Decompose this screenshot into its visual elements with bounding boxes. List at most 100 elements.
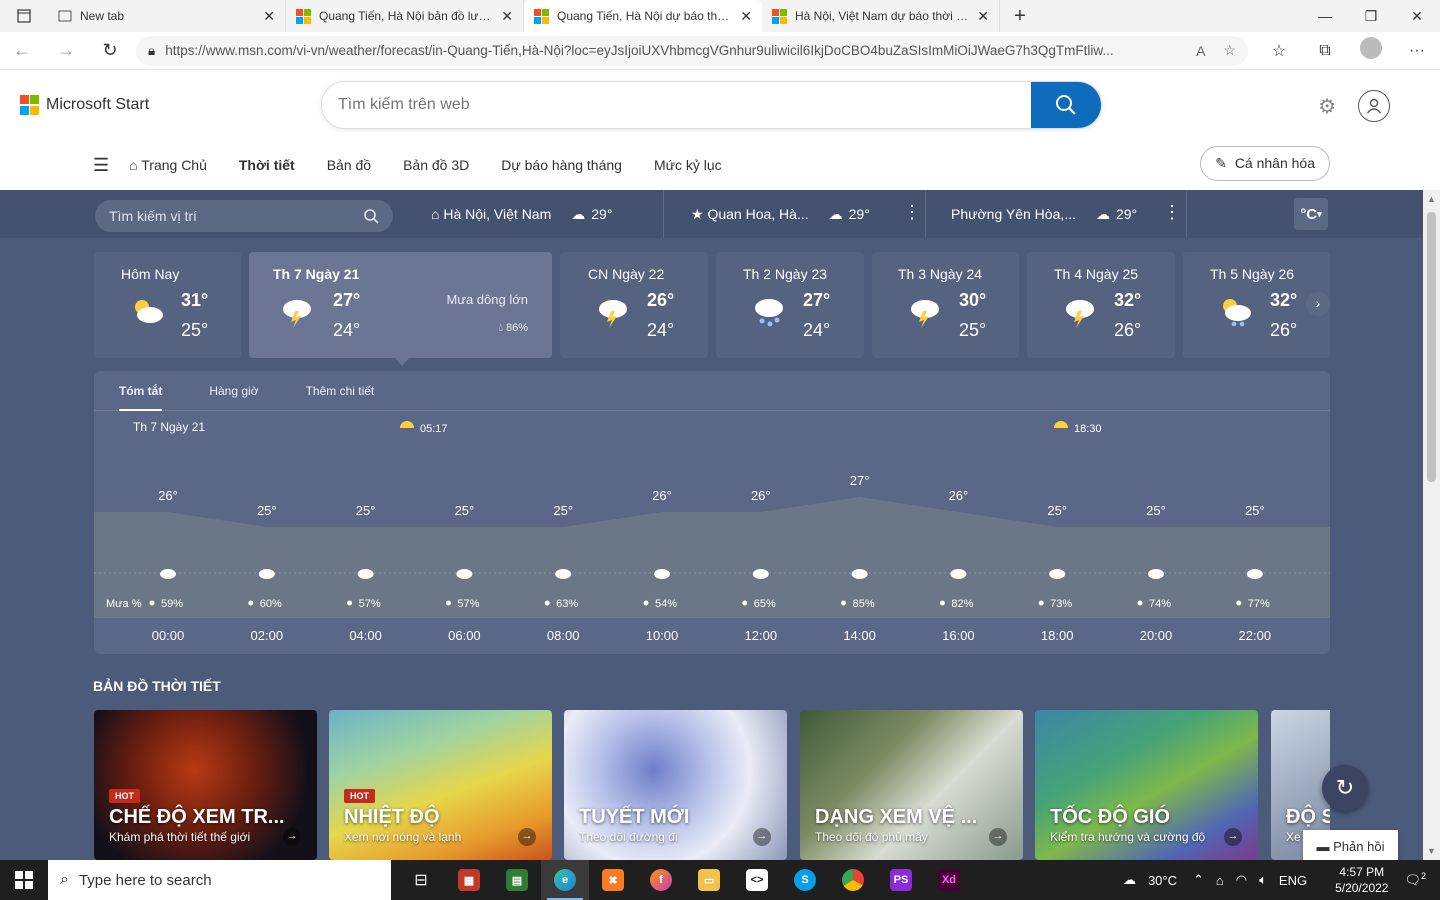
tray-temperature[interactable]: 30°C <box>1148 873 1177 888</box>
weather-tray-icon[interactable]: ☁ <box>1123 872 1136 888</box>
edge-browser-icon[interactable]: e <box>541 860 589 900</box>
scrollbar-thumb[interactable] <box>1427 212 1436 482</box>
map-card[interactable]: HOT CHẾ ĐỘ XEM TR... Khám phá thời tiết … <box>94 710 317 860</box>
address-bar-row: ← → ↻ 🔒︎ https://www.msn.com/vi-vn/weath… <box>0 32 1440 70</box>
personalize-button[interactable]: ✎ Cá nhân hóa <box>1200 146 1330 181</box>
task-view-icon[interactable]: ⊟ <box>397 860 445 900</box>
profile-icon[interactable] <box>1348 37 1394 64</box>
collections-icon[interactable]: ⧉ <box>1302 42 1348 60</box>
nav-maps[interactable]: Bản đồ <box>327 157 371 173</box>
maps-section-title: BẢN ĐỒ THỜI TIẾT <box>93 678 221 694</box>
search-button[interactable] <box>1031 82 1101 128</box>
tab-details[interactable]: Thêm chi tiết <box>306 384 375 398</box>
xampp-icon[interactable]: ✖ <box>589 860 637 900</box>
close-window-icon[interactable]: ✕ <box>1394 0 1440 32</box>
chrome-icon[interactable] <box>829 860 877 900</box>
day-card[interactable]: Th 2 Ngày 23 27° 24° <box>716 252 864 358</box>
location-recent[interactable]: Phường Yên Hòa,... ☁ 29° <box>951 190 1137 238</box>
new-tab-plus-icon[interactable]: + <box>1000 0 1040 32</box>
nav-weather[interactable]: Thời tiết <box>239 157 295 173</box>
refresh-icon[interactable]: ↻ <box>88 40 132 61</box>
maps-cards: HOT CHẾ ĐỘ XEM TR... Khám phá thời tiết … <box>94 710 1330 860</box>
forecast-panel: Tóm tắt Hàng giờ Thêm chi tiết Th 7 Ngày… <box>94 371 1330 654</box>
raindrop-icon <box>1137 600 1143 606</box>
location-search-input[interactable]: Tìm kiếm vị trí <box>95 200 393 232</box>
more-menu-icon[interactable]: ··· <box>1394 42 1440 60</box>
day-card[interactable]: Th 4 Ngày 25 32° 26° <box>1027 252 1175 358</box>
more-options-icon[interactable]: ⋮ <box>1163 202 1181 223</box>
scroll-down-icon[interactable]: ▼ <box>1427 846 1436 856</box>
day-card-selected[interactable]: Th 7 Ngày 21 27° 24° Mưa dông lớn 💧︎ 86% <box>249 252 552 358</box>
day-card[interactable]: CN Ngày 22 26° 24° <box>560 252 708 358</box>
read-aloud-icon[interactable]: A <box>1196 43 1205 59</box>
close-tab-icon[interactable]: ✕ <box>740 8 752 25</box>
forward-arrow-icon[interactable]: → <box>44 40 88 61</box>
hamburger-menu-icon[interactable]: ☰ <box>93 155 109 176</box>
restore-icon[interactable]: ❐ <box>1348 0 1394 32</box>
skype-icon[interactable]: S <box>781 860 829 900</box>
web-search-input[interactable] <box>322 82 1031 128</box>
hour-label: 08:00 <box>546 628 580 643</box>
code-editor-icon[interactable]: <> <box>733 860 781 900</box>
adobe-xd-icon[interactable]: Xd <box>925 860 973 900</box>
day-card[interactable]: Th 5 Ngày 26 32° 26° › <box>1183 252 1330 358</box>
account-icon[interactable] <box>1358 90 1390 122</box>
url-text[interactable]: https://www.msn.com/vi-vn/weather/foreca… <box>165 43 1178 58</box>
map-card[interactable]: HOT NHIỆT ĐỘ Xem nơi nóng và lạnh → <box>329 710 552 860</box>
day-card[interactable]: Th 3 Ngày 24 30° 25° <box>872 252 1019 358</box>
wifi-icon[interactable]: ◠ <box>1236 872 1247 888</box>
tab-hourly[interactable]: Hàng giờ <box>209 384 258 398</box>
hour-label: 10:00 <box>645 628 679 643</box>
chevron-up-icon[interactable]: ⌃ <box>1193 872 1204 888</box>
browser-tab[interactable]: New tab ✕ <box>48 0 286 32</box>
gear-icon[interactable]: ⚙ <box>1318 94 1336 119</box>
notification-icon[interactable]: 🗨︎2 <box>1404 871 1426 888</box>
app-icon-1[interactable]: ▦ <box>445 860 493 900</box>
chevron-right-icon[interactable]: › <box>1306 292 1330 316</box>
browser-tab[interactable]: Quang Tiến, Hà Nội bản đồ lượng mưa ✕ <box>286 0 524 32</box>
app-icon-2[interactable]: ▤ <box>493 860 541 900</box>
phpstorm-icon[interactable]: PS <box>877 860 925 900</box>
network-icon[interactable]: ⌂ <box>1216 873 1224 888</box>
page-scrollbar[interactable]: ▲ ▼ <box>1423 190 1440 860</box>
add-favorite-icon[interactable]: ☆ <box>1223 42 1236 59</box>
location-home[interactable]: ⌂ Hà Nội, Việt Nam ☁ 29° <box>431 190 612 238</box>
back-arrow-icon[interactable]: ← <box>0 40 44 61</box>
close-tab-icon[interactable]: ✕ <box>263 8 275 25</box>
more-options-icon[interactable]: ⋮ <box>903 202 921 223</box>
nav-home[interactable]: ⌂ Trang Chủ <box>129 157 207 173</box>
scroll-up-icon[interactable]: ▲ <box>1427 194 1436 204</box>
rain-probability: 85% <box>853 598 875 610</box>
favorites-icon[interactable]: ☆ <box>1256 41 1302 61</box>
tab-summary[interactable]: Tóm tắt <box>119 384 163 411</box>
day-card[interactable]: Hôm Nay 31° 25° <box>94 252 241 358</box>
hour-label: 06:00 <box>448 628 481 643</box>
feedback-button[interactable]: ▬ Phản hồi <box>1303 830 1398 860</box>
taskbar-search[interactable]: ⌕ Type here to search <box>48 860 391 900</box>
refresh-button[interactable]: ↻ <box>1322 765 1368 811</box>
thunderstorm-icon <box>1062 296 1098 333</box>
language-indicator[interactable]: ENG <box>1279 873 1307 888</box>
nav-records[interactable]: Mức kỷ lục <box>654 157 722 173</box>
file-explorer-icon[interactable]: ▭ <box>685 860 733 900</box>
close-tab-icon[interactable]: ✕ <box>501 8 513 25</box>
browser-tab-active[interactable]: Quang Tiến, Hà Nội dự báo thời tiết ✕ <box>524 0 762 32</box>
brand-logo[interactable]: Microsoft Start <box>20 95 149 115</box>
firefox-icon[interactable]: f <box>637 860 685 900</box>
volume-icon[interactable]: 🔈︎ <box>1259 872 1267 888</box>
location-favorite[interactable]: ★ Quan Hoa, Hà... ☁ 29° <box>691 190 870 238</box>
tab-actions-icon[interactable] <box>0 0 48 32</box>
clock[interactable]: 4:57 PM 5/20/2022 <box>1323 864 1388 896</box>
url-field[interactable]: 🔒︎ https://www.msn.com/vi-vn/weather/for… <box>136 35 1248 66</box>
map-card[interactable]: DẠNG XEM VỆ ... Theo dõi độ phủ mây → <box>800 710 1023 860</box>
close-tab-icon[interactable]: ✕ <box>977 8 989 25</box>
browser-tab[interactable]: Hà Nội, Việt Nam dự báo thời tiết ✕ <box>762 0 1000 32</box>
nav-3d-maps[interactable]: Bản đồ 3D <box>403 157 469 173</box>
map-card[interactable]: TỐC ĐỘ GIÓ Kiểm tra hướng và cường độ → <box>1035 710 1258 860</box>
search-icon <box>1056 95 1076 115</box>
nav-monthly[interactable]: Dự báo hàng tháng <box>501 157 622 173</box>
windows-start-icon[interactable] <box>0 860 48 900</box>
map-card[interactable]: TUYẾT MỚI Theo dõi đường đi → <box>564 710 787 860</box>
minimize-icon[interactable]: — <box>1302 0 1348 32</box>
unit-selector[interactable]: °C ▾ <box>1294 198 1328 230</box>
